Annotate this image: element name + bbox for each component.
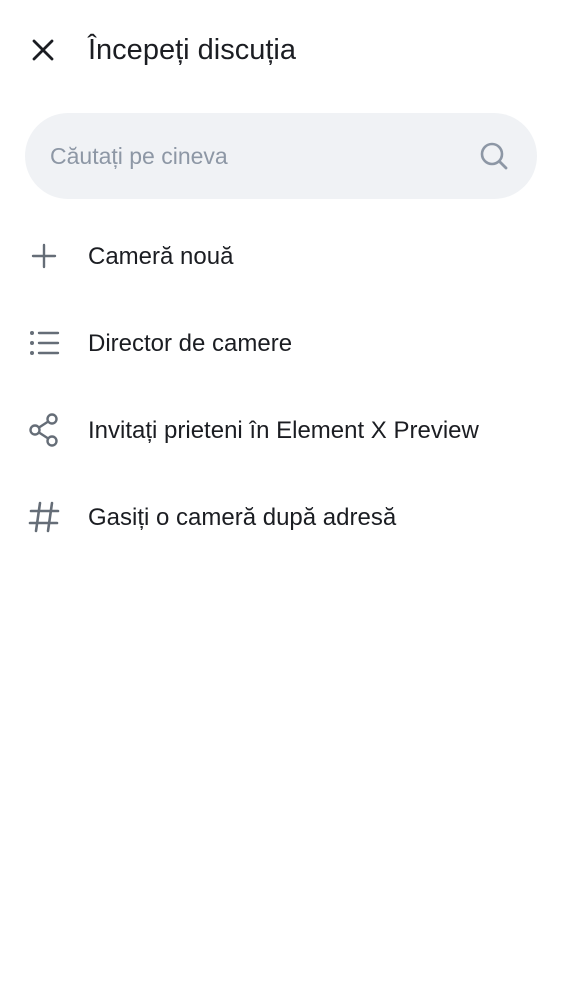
menu-item-invite-friends[interactable]: Invitați prieteni în Element X Preview <box>0 387 562 474</box>
menu-item-label: Cameră nouă <box>88 243 234 270</box>
list-icon <box>26 325 62 361</box>
menu-item-label: Gasiți o cameră după adresă <box>88 504 397 531</box>
search-icon[interactable] <box>479 141 509 171</box>
menu-item-new-room[interactable]: Cameră nouă <box>0 213 562 300</box>
close-icon <box>32 39 54 61</box>
share-icon <box>26 412 62 448</box>
menu-item-find-room-by-address[interactable]: Gasiți o cameră după adresă <box>0 474 562 561</box>
menu-item-label: Invitați prieteni în Element X Preview <box>88 417 479 444</box>
plus-icon <box>26 238 62 274</box>
close-button[interactable] <box>20 27 66 73</box>
hash-icon <box>26 499 62 535</box>
page-title: Începeți discuția <box>88 34 296 66</box>
search-bar[interactable] <box>25 113 537 199</box>
top-app-bar: Începeți discuția <box>0 0 562 100</box>
menu-item-label: Director de camere <box>88 330 293 357</box>
search-input[interactable] <box>50 113 460 199</box>
menu-item-room-directory[interactable]: Director de camere <box>0 300 562 387</box>
